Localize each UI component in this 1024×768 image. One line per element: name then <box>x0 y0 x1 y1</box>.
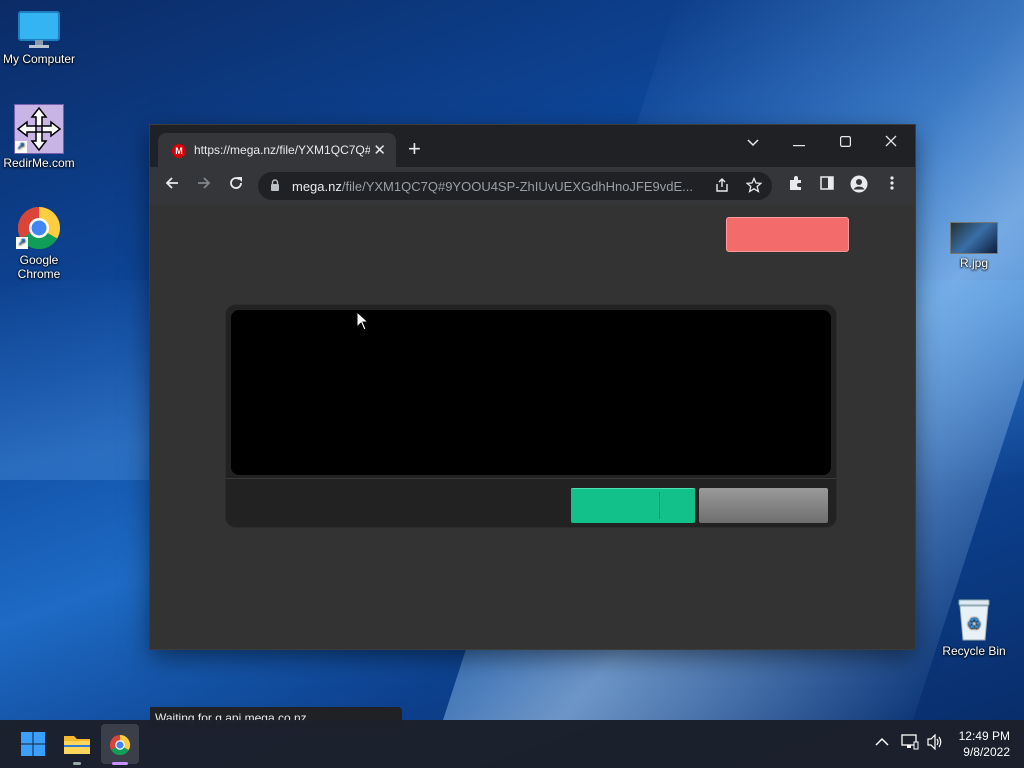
menu-button[interactable] <box>881 175 903 197</box>
minimize-icon <box>793 145 805 147</box>
red-action-button[interactable] <box>726 217 849 252</box>
profile-button[interactable] <box>848 175 870 197</box>
maximize-icon <box>839 136 851 148</box>
file-explorer-button[interactable] <box>61 728 93 760</box>
desktop-icon-label: Recycle Bin <box>942 644 1006 658</box>
desktop-icon-label: Google Chrome <box>17 253 61 281</box>
green-action-button[interactable] <box>571 488 695 523</box>
browser-window: M https://mega.nz/file/YXM1QC7Q#9YOOU4SP… <box>150 125 915 729</box>
shortcut-arrow-icon: ↗ <box>16 237 28 249</box>
video-preview-area[interactable] <box>231 310 831 475</box>
desktop-icon-recycle-bin[interactable]: ♻ Recycle Bin <box>936 598 1012 658</box>
forward-arrow-icon <box>198 177 211 189</box>
close-tab-icon[interactable]: ✕ <box>373 141 386 159</box>
shortcut-arrow-icon: ↗ <box>15 141 27 153</box>
clock-date: 9/8/2022 <box>963 745 1010 759</box>
chrome-taskbar-button[interactable] <box>101 724 139 764</box>
back-arrow-icon <box>165 177 178 189</box>
recycle-bin-icon: ♻ <box>954 598 994 642</box>
windows-logo-icon <box>21 732 45 756</box>
new-tab-button[interactable]: + <box>408 138 421 160</box>
side-panel-icon <box>820 176 834 190</box>
tab-strip: M https://mega.nz/file/YXM1QC7Q#9YOOU4SP… <box>150 125 915 167</box>
browser-toolbar: mega.nz/file/YXM1QC7Q#9YOOU4SP-ZhIUvUEXG… <box>150 167 915 205</box>
monitor-icon <box>17 10 61 50</box>
tab-mega[interactable]: M https://mega.nz/file/YXM1QC7Q#9YOOU4SP… <box>158 133 396 167</box>
back-button[interactable] <box>161 175 183 197</box>
chrome-active-indicator <box>112 762 128 765</box>
desktop-icon-r-jpg[interactable]: R.jpg <box>936 222 1012 270</box>
forward-button[interactable] <box>193 175 215 197</box>
lock-icon <box>270 179 280 195</box>
chrome-icon <box>109 734 131 756</box>
folder-icon <box>64 736 90 754</box>
url-path: /file/YXM1QC7Q#9YOOU4SP-ZhIUvUEXGdhHnoJF… <box>341 179 694 194</box>
network-icon <box>901 734 919 750</box>
start-button[interactable] <box>17 728 49 760</box>
mega-favicon-icon: M <box>172 144 186 158</box>
address-bar[interactable]: mega.nz/file/YXM1QC7Q#9YOOU4SP-ZhIUvUEXG… <box>258 172 772 200</box>
desktop-icon-google-chrome[interactable]: ↗ Google Chrome <box>1 205 77 281</box>
volume-button[interactable] <box>926 733 944 753</box>
extensions-button[interactable] <box>785 175 807 197</box>
minimize-button[interactable] <box>776 129 822 157</box>
mouse-pointer-icon <box>356 311 370 331</box>
reload-button[interactable] <box>225 175 247 197</box>
side-panel-button[interactable] <box>816 175 838 197</box>
taskbar: 12:49 PM 9/8/2022 <box>0 720 1024 768</box>
chevron-down-icon <box>747 139 759 147</box>
share-icon[interactable] <box>714 177 730 197</box>
chevron-up-icon <box>875 737 889 746</box>
network-button[interactable] <box>901 734 919 753</box>
image-thumbnail-icon <box>950 222 998 254</box>
clock-time: 12:49 PM <box>958 729 1010 743</box>
desktop-icon-label: R.jpg <box>959 256 988 270</box>
dialog-divider <box>226 478 836 479</box>
explorer-running-indicator <box>73 762 81 765</box>
close-window-button[interactable] <box>868 129 914 157</box>
grey-action-button[interactable] <box>699 488 828 523</box>
chrome-icon: ↗ <box>16 205 62 251</box>
kebab-menu-icon <box>890 176 894 190</box>
tab-title: https://mega.nz/file/YXM1QC7Q#9YOOU4SP-Z… <box>194 143 370 157</box>
reload-icon <box>230 177 242 189</box>
button-split-divider <box>659 492 660 519</box>
tab-search-button[interactable] <box>730 129 776 157</box>
puzzle-icon <box>790 176 801 190</box>
desktop-icon-my-computer[interactable]: My Computer <box>1 10 77 66</box>
clock[interactable]: 12:49 PM 9/8/2022 <box>959 728 1010 760</box>
desktop-icon-label: RedirMe.com <box>3 156 75 170</box>
desktop-icon-redirme[interactable]: ↗ RedirMe.com <box>1 104 77 170</box>
page-content: Waiting for g.api.mega.co.nz... <box>150 205 915 729</box>
media-dialog <box>226 305 836 527</box>
desktop-icon-label: My Computer <box>2 52 76 66</box>
svg-text:♻: ♻ <box>967 614 981 633</box>
maximize-button[interactable] <box>822 129 868 157</box>
url-text: mega.nz/file/YXM1QC7Q#9YOOU4SP-ZhIUvUEXG… <box>292 179 712 194</box>
speaker-icon <box>927 733 942 751</box>
bookmark-star-icon[interactable] <box>745 176 763 197</box>
profile-avatar-icon <box>850 175 868 193</box>
show-hidden-icons-button[interactable] <box>875 734 889 750</box>
close-icon <box>885 135 897 147</box>
url-host: mega.nz <box>292 179 342 194</box>
move-arrows-icon: ↗ <box>14 104 64 154</box>
